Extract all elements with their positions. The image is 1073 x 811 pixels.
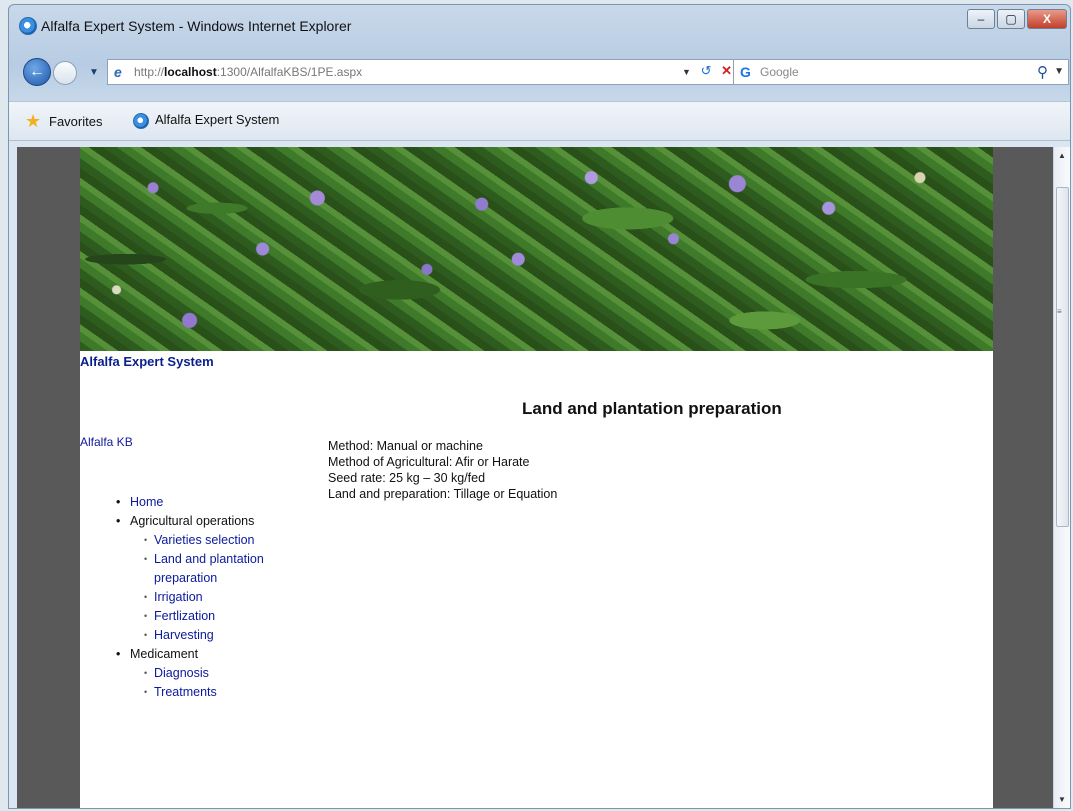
medicament-submenu: Diagnosis Treatments (144, 664, 284, 702)
page-icon: e (114, 64, 122, 80)
minimize-button[interactable]: – (967, 9, 995, 29)
page-gutter-left (17, 147, 80, 808)
close-button[interactable]: X (1027, 9, 1067, 29)
tab-label: Alfalfa Expert System (155, 112, 280, 127)
google-icon: G (740, 64, 751, 80)
window-title: Alfalfa Expert System - Windows Internet… (41, 18, 352, 34)
nav-harvesting-link[interactable]: Harvesting (144, 626, 284, 645)
refresh-icon[interactable]: ↺ (701, 63, 712, 78)
vertical-scrollbar[interactable]: ▲ ≡ ▼ (1053, 147, 1070, 808)
detail-seed-rate: Seed rate: 25 kg – 30 kg/fed (328, 471, 486, 485)
search-dropdown-icon[interactable]: ▼ (1054, 66, 1064, 77)
nav-item-agricultural-operations: Agricultural operations Varieties select… (116, 512, 284, 645)
alfalfa-kb-link[interactable]: Alfalfa KB (80, 435, 133, 449)
star-icon[interactable]: ★ (25, 111, 41, 132)
scroll-up-icon[interactable]: ▲ (1058, 151, 1066, 160)
nav-item-medicament: Medicament Diagnosis Treatments (116, 645, 284, 702)
address-url[interactable]: http://localhost:1300/AlfalfaKBS/1PE.asp… (134, 65, 362, 79)
scroll-thumb[interactable] (1056, 187, 1069, 527)
browser-window: Alfalfa Expert System - Windows Internet… (8, 4, 1071, 809)
tab-alfalfa-expert-system[interactable]: Alfalfa Expert System (133, 112, 279, 129)
nav-diagnosis-link[interactable]: Diagnosis (144, 664, 284, 683)
search-icon[interactable]: ⚲ (1037, 63, 1048, 81)
scroll-down-icon[interactable]: ▼ (1058, 795, 1066, 804)
address-bar[interactable]: e http://localhost:1300/AlfalfaKBS/1PE.a… (107, 59, 737, 85)
ie-page-icon (133, 112, 149, 129)
preparation-details: Method: Manual or machine Method of Agri… (328, 438, 557, 502)
nav-land-plantation-preparation-link[interactable]: Land and plantation preparation (144, 550, 284, 588)
nav-fertilization-link[interactable]: Fertlization (144, 607, 284, 626)
agricultural-operations-submenu: Varieties selection Land and plantation … (144, 531, 284, 645)
scroll-grip-icon: ≡ (1057, 307, 1062, 316)
nav-treatments-link[interactable]: Treatments (144, 683, 284, 702)
maximize-button[interactable]: ▢ (997, 9, 1025, 29)
back-button[interactable]: ← (23, 58, 51, 86)
page-content: Alfalfa Expert System Alfalfa KB Home Ag… (80, 147, 993, 808)
nav-medicament-label: Medicament (130, 647, 199, 661)
address-tools: ▼ ↺ ✕ (682, 63, 732, 79)
nav-home-link[interactable]: Home (130, 495, 163, 509)
page-title: Land and plantation preparation (522, 399, 782, 418)
title-bar: Alfalfa Expert System - Windows Internet… (9, 5, 1070, 41)
page-gutter-right (993, 147, 1061, 808)
nav-item-home: Home (116, 493, 284, 512)
stop-icon[interactable]: ✕ (721, 63, 732, 78)
forward-button[interactable] (53, 61, 77, 85)
ie-logo-icon (19, 17, 37, 35)
detail-land-preparation: Land and preparation: Tillage or Equatio… (328, 487, 558, 501)
search-box[interactable]: G Google ⚲ ▼ (733, 59, 1069, 85)
navigation-bar: ← ▼ e http://localhost:1300/AlfalfaKBS/1… (9, 53, 1070, 89)
search-input[interactable]: Google (760, 65, 799, 79)
favorites-button[interactable]: Favorites (49, 114, 102, 129)
detail-method: Method: Manual or machine (328, 439, 483, 453)
side-navigation: Home Agricultural operations Varieties s… (116, 493, 284, 702)
history-dropdown-icon[interactable]: ▼ (89, 67, 99, 78)
detail-agricultural-method: Method of Agricultural: Afir or Harate (328, 455, 530, 469)
favorites-bar: ★ Favorites Alfalfa Expert System (9, 101, 1070, 141)
page-viewport: Alfalfa Expert System Alfalfa KB Home Ag… (17, 147, 1061, 808)
address-dropdown-icon[interactable]: ▼ (682, 67, 691, 77)
site-name: Alfalfa Expert System (80, 354, 214, 369)
nav-agricultural-operations-label: Agricultural operations (130, 514, 255, 528)
nav-irrigation-link[interactable]: Irrigation (144, 588, 284, 607)
nav-varieties-selection-link[interactable]: Varieties selection (144, 531, 284, 550)
back-arrow-icon: ← (29, 63, 45, 80)
alfalfa-banner-image (80, 147, 993, 351)
